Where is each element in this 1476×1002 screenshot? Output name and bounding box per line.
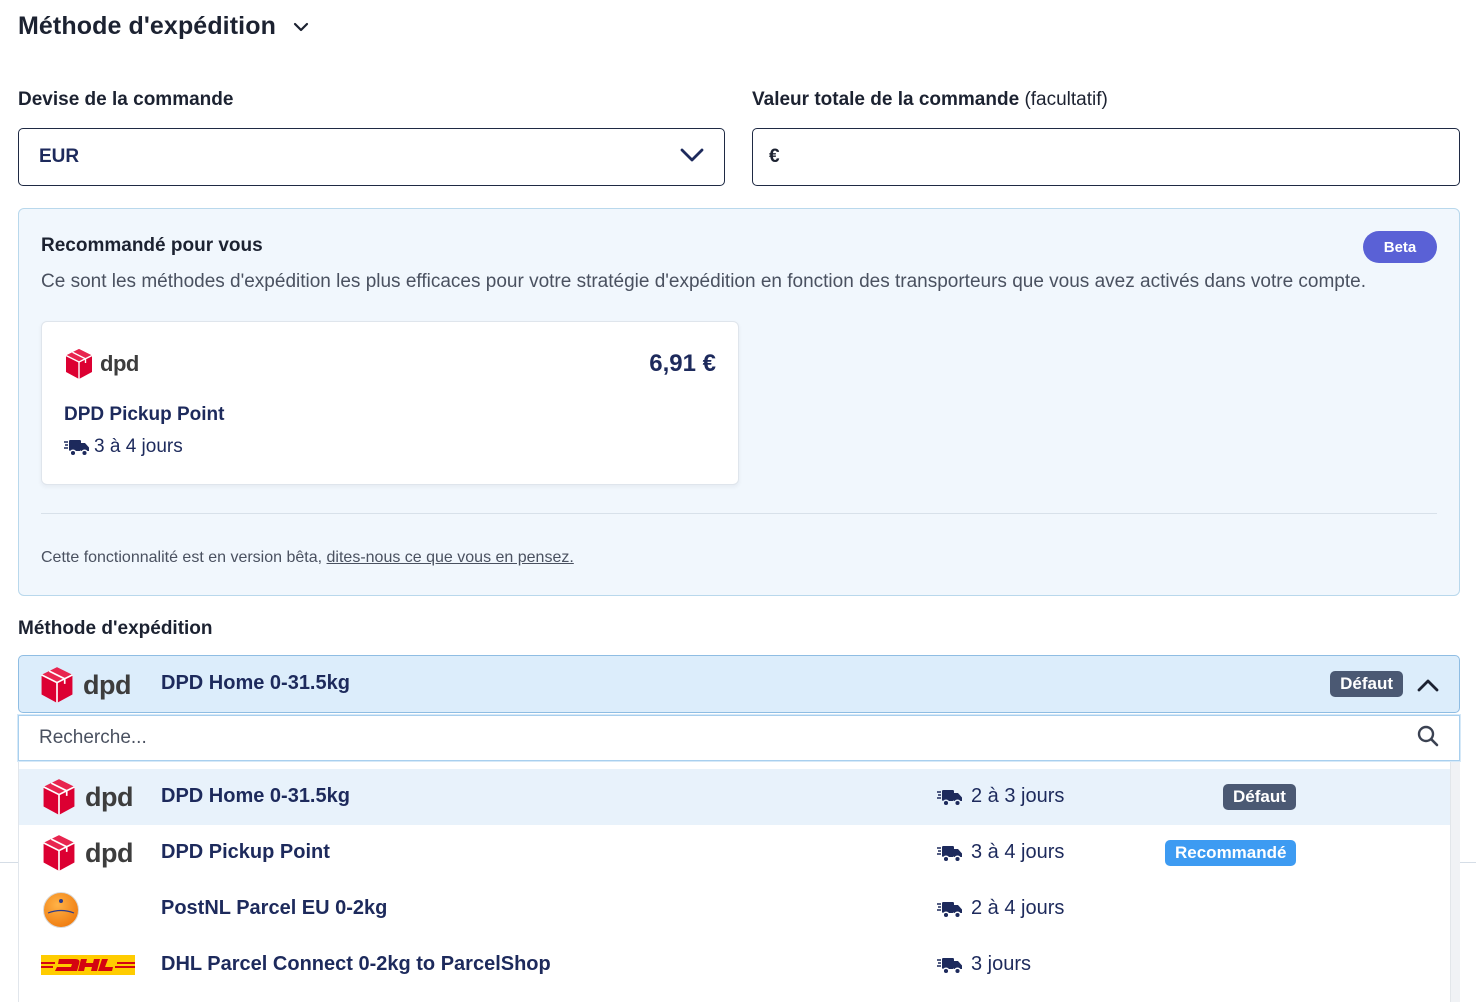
dpd-logo: dpd xyxy=(39,666,131,704)
delivery-time: 3 jours xyxy=(937,953,1031,976)
method-name: DPD Pickup Point xyxy=(161,841,330,863)
divider xyxy=(1460,862,1476,863)
divider xyxy=(0,862,18,863)
carrier-name: dpd xyxy=(85,781,133,812)
postnl-logo: postnl xyxy=(41,889,81,929)
dpd-cube-icon xyxy=(41,667,73,703)
divider xyxy=(41,513,1437,514)
method-options-list: dpd DPD Home 0-31.5kg 2 à 3 jours Défaut xyxy=(18,762,1460,1002)
default-badge: Défaut xyxy=(1223,784,1296,810)
scrollbar[interactable] xyxy=(1450,762,1460,1002)
method-name: PostNL Parcel EU 0-2kg xyxy=(161,897,388,919)
shipping-method-select[interactable]: dpd DPD Home 0-31.5kg Défaut xyxy=(18,655,1460,713)
method-name: DPD Home 0-31.5kg xyxy=(161,785,350,807)
method-search[interactable] xyxy=(18,715,1460,761)
dpd-logo: dpd xyxy=(41,833,133,873)
method-name: DHL Parcel Connect 0-2kg to ParcelShop xyxy=(161,953,551,975)
truck-fast-icon xyxy=(64,440,89,457)
total-value-label: Valeur totale de la commande (facultatif… xyxy=(752,89,1108,111)
dpd-cube-icon xyxy=(65,349,93,379)
currency-label: Devise de la commande xyxy=(18,89,234,110)
delivery-time: 2 à 4 jours xyxy=(937,897,1064,920)
total-value-label-text: Valeur totale de la commande xyxy=(752,89,1020,110)
section-header[interactable]: Méthode d'expédition xyxy=(18,12,312,41)
delivery-days: 3 à 4 jours xyxy=(971,841,1065,863)
chevron-down-icon xyxy=(680,148,704,167)
dpd-logo: dpd xyxy=(64,348,139,380)
method-option[interactable]: dpd DPD Home 0-31.5kg 2 à 3 jours Défaut xyxy=(19,769,1451,825)
recommended-title: Recommandé pour vous xyxy=(41,235,263,256)
dhl-logo-icon xyxy=(41,955,135,975)
recommended-badge: Recommandé xyxy=(1165,840,1297,866)
total-value-input[interactable] xyxy=(787,146,1443,168)
truck-fast-icon xyxy=(937,789,962,807)
recommended-method-name: DPD Pickup Point xyxy=(64,404,225,425)
total-value-field[interactable]: € xyxy=(752,128,1460,186)
currency-value: EUR xyxy=(39,146,80,167)
beta-note-text: Cette fonctionnalité est en version bêta… xyxy=(41,549,327,566)
beta-feedback-note: Cette fonctionnalité est en version bêta… xyxy=(41,549,574,567)
method-option[interactable]: dhl DHL Parcel Connect 0-2kg to ParcelSh… xyxy=(19,937,1451,993)
recommended-panel: Recommandé pour vous Beta Ce sont les mé… xyxy=(18,208,1460,596)
delivery-days: 3 jours xyxy=(971,953,1032,975)
chevron-up-icon[interactable] xyxy=(1415,672,1441,698)
shipping-method-label: Méthode d'expédition xyxy=(18,618,213,639)
dhl-logo: dhl xyxy=(41,945,135,985)
carrier-name: dpd xyxy=(85,837,133,868)
section-title: Méthode d'expédition xyxy=(18,12,276,40)
beta-badge: Beta xyxy=(1363,231,1437,263)
chevron-down-icon[interactable] xyxy=(290,16,312,38)
delivery-days: 3 à 4 jours xyxy=(94,436,183,457)
recommended-description: Ce sont les méthodes d'expédition les pl… xyxy=(41,271,1366,292)
optional-hint: (facultatif) xyxy=(1024,89,1108,110)
recommended-price: 6,91 € xyxy=(649,350,716,377)
delivery-days: 2 à 3 jours xyxy=(971,785,1065,807)
search-input[interactable] xyxy=(39,727,1417,749)
truck-fast-icon xyxy=(937,845,962,863)
dpd-cube-icon xyxy=(43,779,75,815)
search-icon[interactable] xyxy=(1417,725,1439,752)
carrier-name: dpd xyxy=(100,351,139,376)
delivery-time: 2 à 3 jours xyxy=(937,785,1064,808)
method-option[interactable]: dpd DPD Pickup Point 3 à 4 jours Recomma… xyxy=(19,825,1451,881)
dpd-cube-icon xyxy=(43,835,75,871)
euro-symbol: € xyxy=(769,146,780,167)
method-option[interactable]: postnl PostNL Parcel EU 0-2kg 2 à 4 jour… xyxy=(19,881,1451,937)
carrier-name: dpd xyxy=(83,669,131,700)
feedback-link[interactable]: dites-nous ce que vous en pensez. xyxy=(327,549,574,566)
currency-select[interactable]: EUR xyxy=(18,128,725,186)
recommended-card[interactable]: dpd 6,91 € DPD Pickup Point 3 à 4 jours xyxy=(41,321,739,485)
delivery-time: 3 à 4 jours xyxy=(937,841,1064,864)
selected-method-name: DPD Home 0-31.5kg xyxy=(161,672,350,694)
delivery-days: 2 à 4 jours xyxy=(971,897,1065,919)
recommended-delivery-time: 3 à 4 jours xyxy=(64,436,183,458)
dpd-logo: dpd xyxy=(41,777,133,817)
default-badge: Défaut xyxy=(1330,671,1403,697)
truck-fast-icon xyxy=(937,957,962,975)
postnl-logo-icon xyxy=(43,892,79,928)
truck-fast-icon xyxy=(937,901,962,919)
